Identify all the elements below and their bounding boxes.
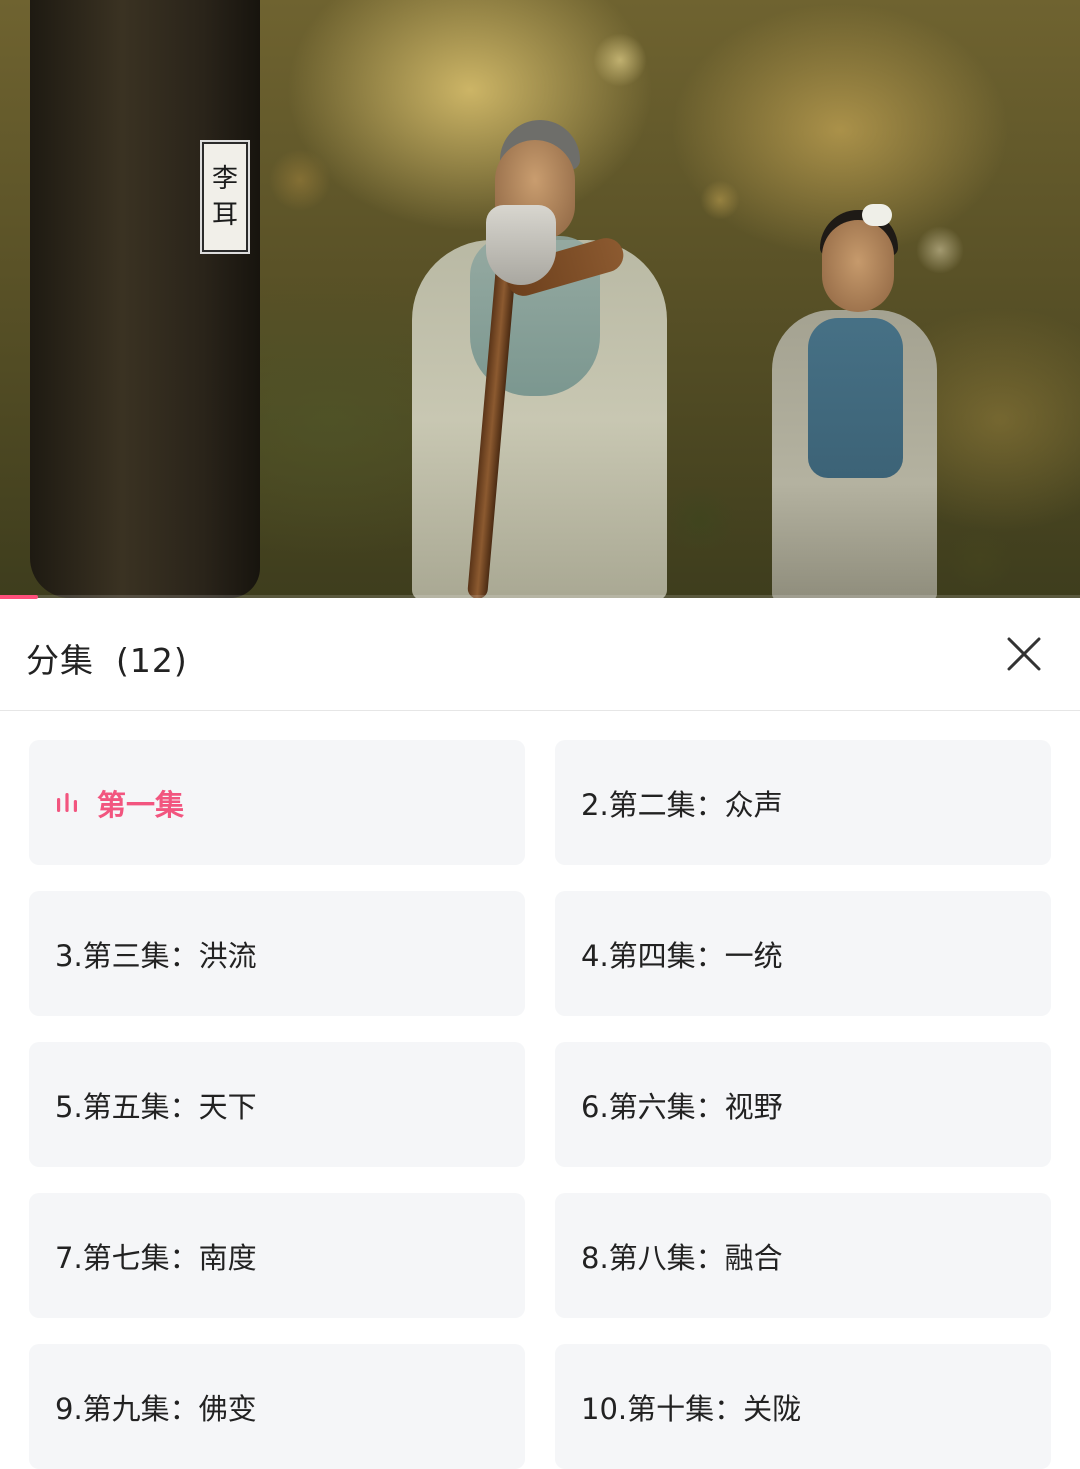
episode-item-10[interactable]: 10.第十集：关陇 (555, 1344, 1051, 1469)
panel-title: 分集 (12) (26, 634, 188, 682)
video-progress-fill (0, 595, 38, 599)
episode-label: 7.第七集：南度 (55, 1240, 257, 1275)
tree-trunk (30, 0, 260, 598)
episode-item-5[interactable]: 5.第五集：天下 (29, 1042, 525, 1167)
child-hair-bun (862, 204, 892, 226)
child-head (822, 220, 894, 312)
video-player[interactable]: 李 耳 (0, 0, 1080, 598)
episode-item-2[interactable]: 2.第二集：众声 (555, 740, 1051, 865)
playing-indicator-icon (57, 792, 77, 812)
episode-label: 9.第九集：佛变 (55, 1391, 257, 1426)
episode-item-8[interactable]: 8.第八集：融合 (555, 1193, 1051, 1318)
elder-beard (486, 205, 556, 285)
close-icon (1007, 637, 1041, 671)
episode-grid: 第一集 2.第二集：众声 3.第三集：洪流 4.第四集：一统 5.第五集：天下 … (29, 740, 1051, 1469)
caption-char-1: 李 (211, 164, 238, 194)
episode-label: 5.第五集：天下 (55, 1089, 257, 1124)
episode-item-1[interactable]: 第一集 (29, 740, 525, 865)
episode-label: 2.第二集：众声 (581, 787, 783, 822)
close-button[interactable] (1000, 630, 1048, 678)
episode-count: (12) (116, 641, 188, 680)
episode-label: 8.第八集：融合 (581, 1240, 783, 1275)
video-progress-track[interactable] (0, 595, 1080, 599)
episode-label: 4.第四集：一统 (581, 938, 783, 973)
episode-panel-header: 分集 (12) (0, 600, 1080, 711)
episode-label: 第一集 (97, 787, 185, 822)
episode-item-3[interactable]: 3.第三集：洪流 (29, 891, 525, 1016)
episode-item-9[interactable]: 9.第九集：佛变 (29, 1344, 525, 1469)
episode-item-6[interactable]: 6.第六集：视野 (555, 1042, 1051, 1167)
episode-label: 3.第三集：洪流 (55, 938, 257, 973)
episode-item-7[interactable]: 7.第七集：南度 (29, 1193, 525, 1318)
child-collar (808, 318, 903, 478)
panel-title-text: 分集 (26, 641, 94, 680)
episode-item-4[interactable]: 4.第四集：一统 (555, 891, 1051, 1016)
episode-label: 10.第十集：关陇 (581, 1391, 802, 1426)
character-name-caption: 李 耳 (202, 142, 248, 252)
caption-char-2: 耳 (211, 200, 238, 230)
episode-label: 6.第六集：视野 (581, 1089, 783, 1124)
